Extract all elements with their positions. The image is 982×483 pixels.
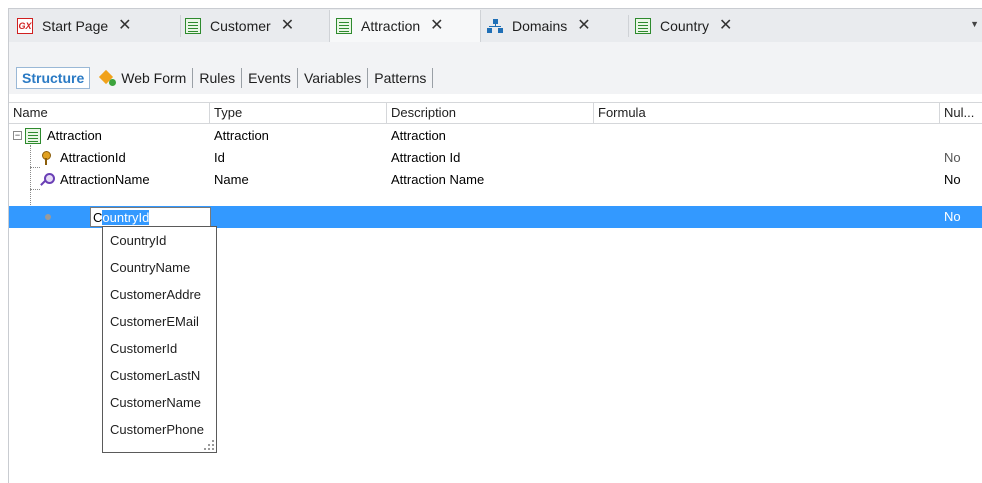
- description-attribute-icon: [38, 172, 55, 188]
- domains-icon: [487, 18, 503, 34]
- attribute-nullable[interactable]: No: [940, 169, 961, 191]
- tab-domains[interactable]: Domains ✕: [487, 10, 627, 42]
- tab-structure[interactable]: Structure: [16, 67, 91, 89]
- column-header-type[interactable]: Type: [210, 103, 387, 124]
- attribute-formula[interactable]: [594, 206, 598, 228]
- web-form-icon: [100, 70, 117, 86]
- table-row[interactable]: AttractionId Id Attraction Id No: [9, 147, 982, 169]
- list-item[interactable]: CountryName: [103, 254, 216, 281]
- attribute-description[interactable]: [387, 206, 391, 228]
- attribute-name[interactable]: AttractionId: [56, 147, 126, 169]
- transaction-icon: [635, 18, 651, 34]
- collapse-icon[interactable]: −: [13, 131, 22, 140]
- grid-header: Name Type Description Formula Nul...: [9, 102, 982, 124]
- tab-overflow-icon[interactable]: ▼: [970, 19, 979, 29]
- column-header-name[interactable]: Name: [9, 103, 210, 124]
- attribute-name[interactable]: Attraction: [43, 125, 102, 147]
- close-icon[interactable]: ✕: [430, 18, 443, 34]
- list-item[interactable]: CustomerName: [103, 389, 216, 416]
- table-row[interactable]: AttractionName Name Attraction Name No: [9, 169, 982, 191]
- list-item[interactable]: CountryId: [103, 227, 216, 254]
- close-icon[interactable]: ✕: [577, 18, 590, 34]
- list-item[interactable]: CustomerEMail: [103, 308, 216, 335]
- table-row[interactable]: − Attraction Attraction Attraction: [9, 125, 982, 147]
- autocomplete-list[interactable]: CountryId CountryName CustomerAddre Cust…: [102, 226, 217, 453]
- attribute-name-input[interactable]: CountryId: [90, 207, 211, 227]
- tab-variables[interactable]: Variables: [298, 67, 367, 89]
- attribute-description[interactable]: Attraction Id: [387, 147, 460, 169]
- close-icon[interactable]: ✕: [719, 18, 732, 34]
- transaction-icon: [25, 128, 41, 144]
- tab-label: Web Form: [121, 70, 187, 86]
- close-icon[interactable]: ✕: [281, 18, 294, 34]
- attribute-type[interactable]: [210, 206, 214, 228]
- spacer: [8, 94, 982, 102]
- attribute-type[interactable]: Name: [210, 169, 249, 191]
- attribute-description[interactable]: Attraction: [387, 125, 446, 147]
- list-item[interactable]: CustomerPhone: [103, 416, 216, 443]
- list-item[interactable]: CustomerId: [103, 335, 216, 362]
- part-tabs: Structure Web Form Rules Events Variable…: [16, 65, 434, 91]
- attribute-name[interactable]: AttractionName: [56, 169, 150, 191]
- tab-label: Attraction: [361, 18, 421, 34]
- attribute-formula[interactable]: [594, 169, 598, 191]
- attribute-nullable[interactable]: No: [940, 206, 961, 228]
- tab-label: Domains: [512, 18, 568, 34]
- tab-label: Start Page: [42, 18, 109, 34]
- close-icon[interactable]: ✕: [118, 18, 131, 34]
- tab-customer[interactable]: Customer ✕: [185, 10, 330, 42]
- document-tab-bar: GX Start Page ✕ Customer ✕ Attraction ✕ …: [8, 8, 982, 42]
- tab-rules[interactable]: Rules: [193, 67, 241, 89]
- attribute-nullable[interactable]: No: [940, 147, 961, 169]
- typed-text: C: [93, 209, 103, 225]
- tab-label: Country: [660, 18, 710, 34]
- transaction-icon: [185, 18, 201, 34]
- gx-icon: GX: [17, 18, 33, 34]
- column-header-nullable[interactable]: Nul...: [940, 103, 982, 124]
- tab-events[interactable]: Events: [242, 67, 297, 89]
- attribute-type[interactable]: Id: [210, 147, 225, 169]
- column-header-formula[interactable]: Formula: [594, 103, 940, 124]
- column-header-description[interactable]: Description: [387, 103, 594, 124]
- tab-separator: [180, 15, 181, 37]
- attribute-nullable[interactable]: [940, 125, 944, 147]
- tab-label: Customer: [210, 18, 271, 34]
- transaction-icon: [336, 18, 352, 34]
- structure-grid: Name Type Description Formula Nul... − A…: [8, 102, 982, 483]
- tab-country[interactable]: Country ✕: [635, 10, 765, 42]
- tab-patterns[interactable]: Patterns: [368, 67, 432, 89]
- tab-start-page[interactable]: GX Start Page ✕: [17, 10, 177, 42]
- resize-grip-icon[interactable]: [204, 440, 214, 450]
- autocomplete-selection: ountryId: [102, 209, 150, 225]
- list-item[interactable]: CustomerAddre: [103, 281, 216, 308]
- list-item[interactable]: CustomerLastN: [103, 362, 216, 389]
- attribute-type[interactable]: Attraction: [210, 125, 269, 147]
- tab-web-form[interactable]: Web Form: [94, 67, 192, 89]
- attribute-formula[interactable]: [594, 125, 598, 147]
- object-toolbar: Structure Web Form Rules Events Variable…: [8, 42, 982, 94]
- attribute-description[interactable]: Attraction Name: [387, 169, 484, 191]
- attribute-bullet-icon: [45, 214, 51, 220]
- attribute-formula[interactable]: [594, 147, 598, 169]
- tab-separator: [628, 15, 629, 37]
- key-icon: [38, 150, 54, 166]
- separator: [432, 68, 434, 88]
- tab-attraction[interactable]: Attraction ✕: [329, 10, 481, 42]
- table-row-selected[interactable]: CountryId No: [9, 206, 982, 228]
